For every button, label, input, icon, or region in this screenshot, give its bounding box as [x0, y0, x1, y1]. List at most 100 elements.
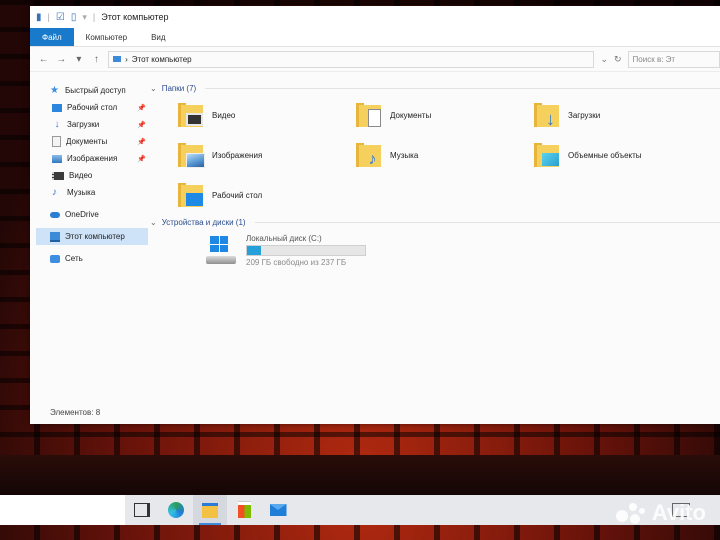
- sidebar-item-documents[interactable]: Документы 📌: [30, 133, 148, 150]
- drives-list: Локальный диск (C:) 209 ГБ свободно из 2…: [148, 228, 720, 267]
- properties-icon[interactable]: ☑: [56, 12, 65, 23]
- pin-icon[interactable]: 📌: [137, 138, 146, 146]
- navigation-pane: ★ Быстрый доступ Рабочий стол 📌 ↓ Загруз…: [30, 82, 148, 267]
- sidebar-item-this-pc[interactable]: Этот компьютер: [36, 228, 148, 245]
- monitor-bezel: [0, 455, 720, 495]
- search-input[interactable]: Поиск в: Эт: [627, 50, 720, 68]
- download-icon: ↓: [54, 118, 60, 130]
- tab-file[interactable]: Файл: [30, 28, 74, 46]
- folder-documents[interactable]: Документы: [356, 100, 534, 130]
- file-explorer-icon: [202, 502, 218, 518]
- up-arrow-icon[interactable]: ↑: [91, 54, 103, 65]
- video-folder-icon: [178, 101, 206, 129]
- sidebar-item-video[interactable]: Видео: [30, 167, 148, 184]
- folder-images[interactable]: Изображения: [178, 140, 356, 170]
- devices-header-label: Устройства и диски (1): [161, 217, 246, 227]
- address-dropdown-icon[interactable]: ⌄: [600, 54, 608, 65]
- taskbar-task-view[interactable]: [125, 495, 159, 525]
- address-text: Этот компьютер: [131, 54, 192, 64]
- window-title: Этот компьютер: [101, 12, 169, 22]
- sidebar-item-music[interactable]: ♪ Музыка: [30, 184, 148, 201]
- folders-header-label: Папки (7): [161, 83, 197, 93]
- folder-downloads[interactable]: ↓ Загрузки: [534, 100, 712, 130]
- network-icon: [50, 254, 60, 263]
- sidebar-item-label: Документы: [66, 137, 108, 146]
- file-explorer-window: ▮ | ☑ ▯ ▾ | Этот компьютер Файл Компьюте…: [30, 6, 720, 424]
- task-view-icon: [134, 503, 150, 517]
- drive-name: Локальный диск (C:): [246, 234, 322, 243]
- pin-icon[interactable]: 📌: [137, 104, 146, 112]
- recent-dropdown-icon[interactable]: ▾: [73, 54, 85, 65]
- taskbar-edge[interactable]: [159, 495, 193, 525]
- folder-label: Изображения: [212, 150, 263, 160]
- image-icon: [52, 154, 62, 163]
- taskbar-file-explorer[interactable]: [193, 495, 227, 525]
- cloud-icon: [50, 211, 60, 218]
- desktop-folder-icon: [178, 181, 206, 209]
- back-arrow-icon[interactable]: ←: [38, 54, 50, 65]
- sidebar-item-desktop[interactable]: Рабочий стол 📌: [30, 99, 148, 116]
- computer-icon: [113, 56, 122, 62]
- taskbar-search-box[interactable]: [0, 495, 125, 525]
- sidebar-item-quick-access[interactable]: ★ Быстрый доступ: [30, 82, 148, 99]
- tab-view[interactable]: Вид: [139, 28, 177, 46]
- folders-section-header[interactable]: ⌄ Папки (7): [148, 82, 720, 94]
- address-chevron-icon[interactable]: ›: [125, 55, 128, 64]
- document-icon: [52, 136, 61, 147]
- taskbar-store[interactable]: [227, 495, 261, 525]
- documents-folder-icon: [356, 101, 384, 129]
- ribbon-tabs: Файл Компьютер Вид: [30, 28, 720, 47]
- sidebar-item-label: Быстрый доступ: [65, 86, 126, 95]
- chevron-down-icon[interactable]: ⌄: [150, 84, 157, 93]
- section-divider: [205, 87, 720, 89]
- folder-label: Документы: [390, 110, 432, 120]
- folder-3d-objects[interactable]: Объемные объекты: [534, 140, 712, 170]
- computer-icon: [50, 231, 60, 242]
- taskbar-mail[interactable]: [261, 495, 295, 525]
- sidebar-item-label: Видео: [69, 171, 93, 180]
- devices-section-header[interactable]: ⌄ Устройства и диски (1): [148, 216, 720, 228]
- desktop-icon: [52, 103, 62, 112]
- chevron-down-icon[interactable]: ⌄: [150, 218, 157, 227]
- folder-desktop[interactable]: Рабочий стол: [178, 180, 356, 210]
- 3d-objects-folder-icon: [534, 141, 562, 169]
- sidebar-item-label: Музыка: [67, 188, 96, 197]
- pin-icon[interactable]: 📌: [137, 121, 146, 129]
- folder-label: Объемные объекты: [568, 150, 642, 160]
- sidebar-item-downloads[interactable]: ↓ Загрузки 📌: [30, 116, 148, 133]
- avito-watermark: Avito: [615, 500, 706, 526]
- sidebar-item-onedrive[interactable]: OneDrive: [30, 206, 148, 223]
- quick-access-dropdown-icon[interactable]: ▾: [82, 12, 87, 23]
- store-icon: [237, 502, 251, 518]
- images-folder-icon: [178, 141, 206, 169]
- sidebar-item-label: Рабочий стол: [67, 103, 118, 112]
- avito-logo-icon: [615, 500, 646, 526]
- tab-computer[interactable]: Компьютер: [74, 28, 139, 46]
- status-bar-items: Элементов: 8: [50, 408, 101, 417]
- pin-icon[interactable]: 📌: [137, 155, 146, 163]
- refresh-icon[interactable]: ↻: [614, 54, 622, 65]
- forward-arrow-icon[interactable]: →: [56, 54, 68, 65]
- folder-grid: Видео Документы ↓ Загрузки Изображения ♪…: [148, 94, 720, 216]
- sidebar-item-network[interactable]: Сеть: [30, 250, 148, 267]
- video-icon: [52, 171, 64, 180]
- folder-label: Загрузки: [568, 110, 601, 120]
- drive-usage-fill: [247, 246, 262, 255]
- watermark-text: Avito: [651, 500, 706, 525]
- folder-music[interactable]: ♪ Музыка: [356, 140, 534, 170]
- star-icon: ★: [50, 84, 59, 96]
- sidebar-item-images[interactable]: Изображения 📌: [30, 150, 148, 167]
- title-bar: ▮ | ☑ ▯ ▾ | Этот компьютер: [30, 6, 720, 28]
- new-folder-icon[interactable]: ▯: [71, 12, 77, 23]
- sidebar-item-label: Загрузки: [67, 120, 100, 129]
- folder-video[interactable]: Видео: [178, 100, 356, 130]
- sidebar-item-label: Этот компьютер: [65, 232, 125, 241]
- mail-icon: [269, 504, 287, 516]
- address-bar: ← → ▾ ↑ › Этот компьютер ⌄ ↻ Поиск в: Эт: [30, 47, 720, 72]
- app-icon: ▮: [36, 11, 42, 23]
- address-field[interactable]: › Этот компьютер: [108, 50, 595, 68]
- content-pane: ⌄ Папки (7) Видео Документы ↓ Загрузки И…: [148, 82, 720, 402]
- drive-c[interactable]: Локальный диск (C:) 209 ГБ свободно из 2…: [206, 234, 720, 267]
- music-icon: ♪: [52, 186, 57, 198]
- drive-info: Локальный диск (C:) 209 ГБ свободно из 2…: [246, 234, 366, 267]
